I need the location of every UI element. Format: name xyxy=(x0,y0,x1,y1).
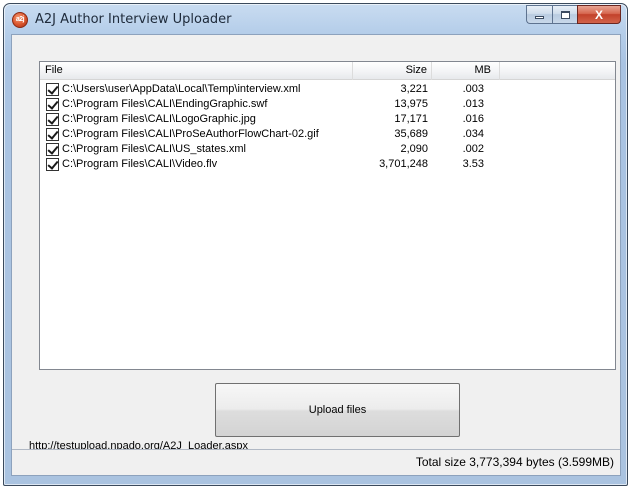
file-size: 35,689 xyxy=(394,128,428,140)
file-mb: 3.53 xyxy=(462,158,484,170)
column-header-empty xyxy=(500,62,617,80)
file-path: C:\Program Files\CALI\ProSeAuthorFlowCha… xyxy=(62,128,319,140)
column-header-size[interactable]: Size xyxy=(353,62,432,80)
file-path: C:\Program Files\CALI\Video.flv xyxy=(62,158,218,170)
close-button[interactable]: X xyxy=(577,5,621,24)
minimize-icon xyxy=(535,16,544,19)
file-checkbox[interactable] xyxy=(46,98,59,111)
title-bar[interactable]: a2j A2J Author Interview Uploader X xyxy=(4,4,627,34)
file-checkbox[interactable] xyxy=(46,158,59,171)
file-mb: .013 xyxy=(462,98,484,110)
column-header-file[interactable]: File xyxy=(40,62,353,80)
file-size: 2,090 xyxy=(400,143,428,155)
file-mb: .034 xyxy=(462,128,484,140)
file-size: 3,221 xyxy=(400,83,428,95)
file-mb: .003 xyxy=(462,83,484,95)
file-row[interactable]: C:\Program Files\CALI\EndingGraphic.swf 1… xyxy=(40,97,615,112)
file-size: 17,171 xyxy=(394,113,428,125)
file-list[interactable]: File Size MB C:\Users\user\AppData\Local… xyxy=(39,61,616,370)
file-size: 13,975 xyxy=(394,98,428,110)
upload-files-button[interactable]: Upload files xyxy=(215,383,460,437)
maximize-button[interactable] xyxy=(552,5,577,24)
file-path: C:\Program Files\CALI\EndingGraphic.swf xyxy=(62,98,268,110)
total-size-status: Total size 3,773,394 bytes (3.599MB) xyxy=(415,455,614,469)
file-row[interactable]: C:\Program Files\CALI\Video.flv 3,701,248… xyxy=(40,157,615,172)
file-row[interactable]: C:\Users\user\AppData\Local\Temp\intervi… xyxy=(40,82,615,97)
file-mb: .002 xyxy=(462,143,484,155)
file-checkbox[interactable] xyxy=(46,83,59,96)
client-area: File Size MB C:\Users\user\AppData\Local… xyxy=(11,34,621,476)
file-checkbox[interactable] xyxy=(46,113,59,126)
close-icon: X xyxy=(594,7,603,22)
app-logo-icon: a2j xyxy=(12,12,28,28)
minimize-button[interactable] xyxy=(526,5,552,24)
file-mb: .016 xyxy=(462,113,484,125)
file-size: 3,701,248 xyxy=(379,158,428,170)
file-path: C:\Users\user\AppData\Local\Temp\intervi… xyxy=(62,83,301,95)
caption-buttons: X xyxy=(526,5,621,25)
app-window: a2j A2J Author Interview Uploader X File… xyxy=(3,3,628,486)
file-checkbox[interactable] xyxy=(46,128,59,141)
maximize-icon xyxy=(560,10,570,19)
file-path: C:\Program Files\CALI\LogoGraphic.jpg xyxy=(62,113,256,125)
file-path: C:\Program Files\CALI\US_states.xml xyxy=(62,143,246,155)
window-title: A2J Author Interview Uploader xyxy=(35,12,232,27)
file-row[interactable]: C:\Program Files\CALI\ProSeAuthorFlowCha… xyxy=(40,127,615,142)
list-header: File Size MB xyxy=(40,62,615,80)
file-row[interactable]: C:\Program Files\CALI\LogoGraphic.jpg 17,… xyxy=(40,112,615,127)
status-bar: Total size 3,773,394 bytes (3.599MB) xyxy=(12,449,620,475)
list-body: C:\Users\user\AppData\Local\Temp\intervi… xyxy=(40,82,615,172)
file-checkbox[interactable] xyxy=(46,143,59,156)
file-row[interactable]: C:\Program Files\CALI\US_states.xml 2,090… xyxy=(40,142,615,157)
column-header-mb[interactable]: MB xyxy=(432,62,500,80)
